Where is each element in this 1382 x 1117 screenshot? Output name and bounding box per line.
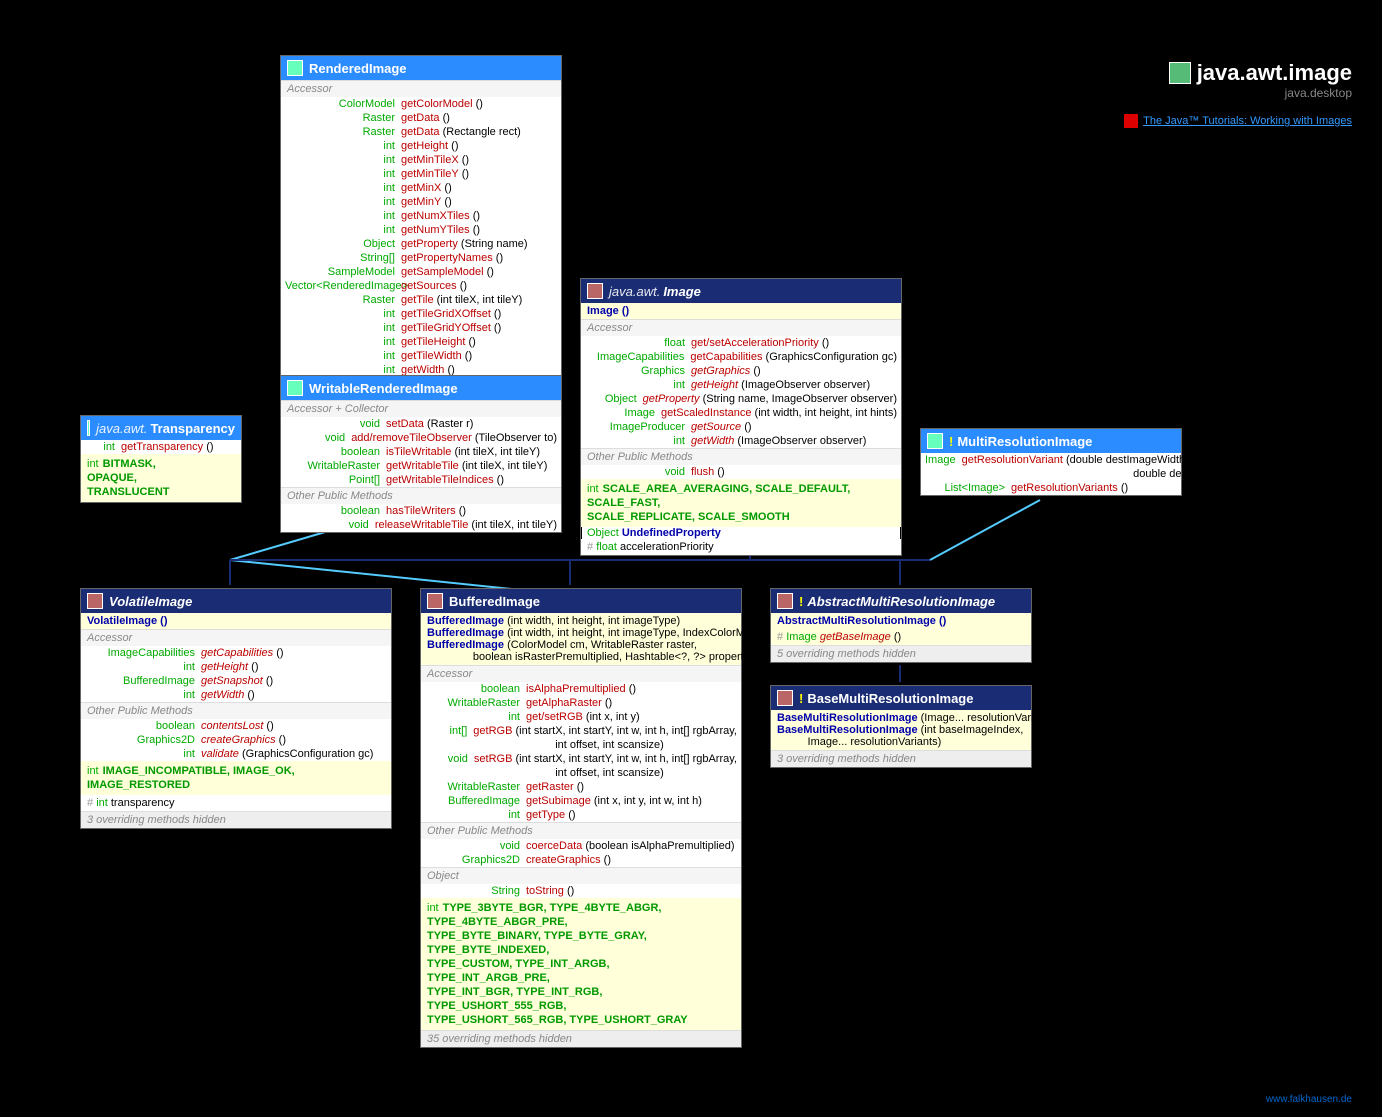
class-rendered-image: RenderedImage Accessor ColorModelgetColo… [280, 55, 562, 409]
class-abstract-multi-resolution-image: !AbstractMultiResolutionImage AbstractMu… [770, 588, 1032, 663]
constructor: BufferedImage (ColorModel cm, WritableRa… [427, 639, 735, 663]
method-row: voidadd/removeTileObserver (TileObserver… [281, 431, 561, 445]
method-row: ImagegetResolutionVariant (double destIm… [921, 453, 1181, 481]
method-row: Vector<RenderedImage>getSources () [281, 279, 561, 293]
method-row: List<Image>getResolutionVariants () [921, 481, 1181, 495]
method-row: intgetTransparency () [81, 440, 241, 454]
method-row: ColorModelgetColorModel () [281, 97, 561, 111]
method-row: RastergetData (Rectangle rect) [281, 125, 561, 139]
constructor: BaseMultiResolutionImage (int baseImageI… [777, 724, 1025, 748]
module-name: java.desktop [1124, 86, 1352, 100]
method-row: intgetType () [421, 808, 741, 822]
class-icon [777, 690, 793, 706]
method-row: String[]getPropertyNames () [281, 251, 561, 265]
method-row: intgetTileGridXOffset () [281, 307, 561, 321]
method-row: intgetTileWidth () [281, 349, 561, 363]
method-row: ImageCapabilitiesgetCapabilities () [81, 646, 391, 660]
method-row: intgetTileHeight () [281, 335, 561, 349]
method-row: intgetHeight () [281, 139, 561, 153]
method-row: intgetHeight (ImageObserver observer) [581, 378, 901, 392]
constructor: BufferedImage (int width, int height, in… [427, 615, 735, 627]
method-row: intvalidate (GraphicsConfiguration gc) [81, 747, 391, 761]
tutorial-link[interactable]: The Java™ Tutorials: Working with Images [1143, 115, 1352, 127]
method-row: floatget/setAccelerationPriority () [581, 336, 901, 350]
method-row: booleanhasTileWriters () [281, 504, 561, 518]
diagram-title: java.awt.image java.desktop The Java™ Tu… [1124, 60, 1352, 128]
method-row: voidsetRGB (int startX, int startY, int … [421, 752, 741, 780]
method-row: intgetMinX () [281, 181, 561, 195]
method-row: intgetMinY () [281, 195, 561, 209]
method-row: ObjectgetProperty (String name, ImageObs… [581, 392, 901, 406]
interface-icon [927, 433, 943, 449]
method-row: intgetNumYTiles () [281, 223, 561, 237]
constructor: BufferedImage (int width, int height, in… [427, 627, 735, 639]
method-row: intgetHeight () [81, 660, 391, 674]
method-row: ObjectgetProperty (String name) [281, 237, 561, 251]
class-icon [777, 593, 793, 609]
constructor: BaseMultiResolutionImage (Image... resol… [777, 712, 1025, 724]
class-icon [587, 283, 603, 299]
method-row: SampleModelgetSampleModel () [281, 265, 561, 279]
method-row: voidreleaseWritableTile (int tileX, int … [281, 518, 561, 532]
class-base-multi-resolution-image: !BaseMultiResolutionImage BaseMultiResol… [770, 685, 1032, 768]
method-row: intget/setRGB (int x, int y) [421, 710, 741, 724]
method-row: voidsetData (Raster r) [281, 417, 561, 431]
method-row: voidflush () [581, 465, 901, 479]
method-row: intgetWidth () [81, 688, 391, 702]
method-row: StringtoString () [421, 884, 741, 898]
package-name: java.awt.image [1197, 60, 1352, 86]
method-row: RastergetData () [281, 111, 561, 125]
method-row: voidcoerceData (boolean isAlphaPremultip… [421, 839, 741, 853]
class-buffered-image: BufferedImage BufferedImage (int width, … [420, 588, 742, 1048]
class-writable-rendered-image: WritableRenderedImage Accessor + Collect… [280, 375, 562, 533]
method-row: GraphicsgetGraphics () [581, 364, 901, 378]
method-row: Point[]getWritableTileIndices () [281, 473, 561, 487]
interface-icon [287, 380, 303, 396]
method-row: int[]getRGB (int startX, int startY, int… [421, 724, 741, 752]
method-row: Graphics2DcreateGraphics () [421, 853, 741, 867]
method-row: booleanisAlphaPremultiplied () [421, 682, 741, 696]
class-image: java.awt.Image Image () Accessor floatge… [580, 278, 902, 556]
class-icon [427, 593, 443, 609]
method-row: intgetNumXTiles () [281, 209, 561, 223]
class-icon [87, 593, 103, 609]
method-row: intgetTileGridYOffset () [281, 321, 561, 335]
oracle-icon [1124, 114, 1138, 128]
method-row: BufferedImagegetSubimage (int x, int y, … [421, 794, 741, 808]
interface-icon [287, 60, 303, 76]
footer-link[interactable]: www.falkhausen.de [1266, 1094, 1352, 1105]
method-row: RastergetTile (int tileX, int tileY) [281, 293, 561, 307]
method-row: Graphics2DcreateGraphics () [81, 733, 391, 747]
method-row: ImagegetScaledInstance (int width, int h… [581, 406, 901, 420]
java-icon [1169, 62, 1191, 84]
class-multi-resolution-image: !MultiResolutionImage ImagegetResolution… [920, 428, 1182, 496]
method-row: intgetMinTileX () [281, 153, 561, 167]
method-row: booleanisTileWritable (int tileX, int ti… [281, 445, 561, 459]
class-volatile-image: VolatileImage VolatileImage () Accessor … [80, 588, 392, 829]
method-row: ImageCapabilitiesgetCapabilities (Graphi… [581, 350, 901, 364]
interface-icon [87, 420, 90, 436]
method-row: intgetMinTileY () [281, 167, 561, 181]
method-row: WritableRastergetAlphaRaster () [421, 696, 741, 710]
method-row: booleancontentsLost () [81, 719, 391, 733]
method-row: WritableRastergetWritableTile (int tileX… [281, 459, 561, 473]
class-transparency: java.awt.Transparency intgetTransparency… [80, 415, 242, 503]
method-row: intgetWidth (ImageObserver observer) [581, 434, 901, 448]
method-row: WritableRastergetRaster () [421, 780, 741, 794]
method-row: BufferedImagegetSnapshot () [81, 674, 391, 688]
method-row: ImageProducergetSource () [581, 420, 901, 434]
